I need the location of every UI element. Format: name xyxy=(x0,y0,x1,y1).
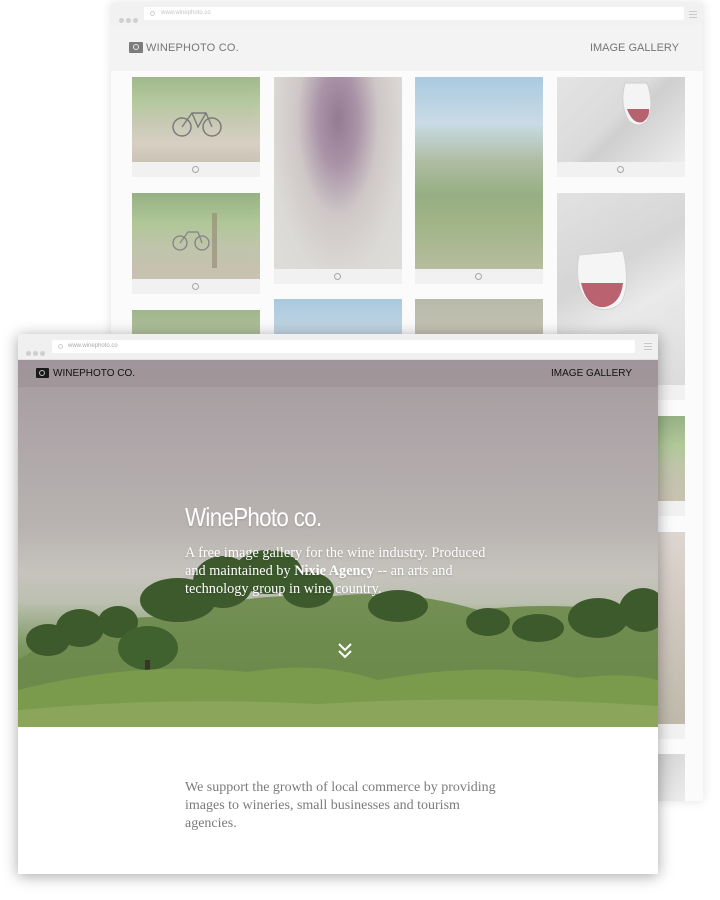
lock-icon xyxy=(58,343,63,349)
nav-image-gallery[interactable]: IMAGE GALLERY xyxy=(590,42,679,54)
download-icon[interactable] xyxy=(192,282,199,290)
site-brand[interactable]: WINEPHOTO CO. xyxy=(53,368,135,379)
image-caption-bar xyxy=(274,269,402,284)
hero-description: A free image gallery for the wine indust… xyxy=(185,544,495,598)
gallery-image-vineyard-row[interactable] xyxy=(132,193,260,279)
address-bar-url: www.winephoto.co xyxy=(68,343,118,349)
agency-link[interactable]: Nixie Agency xyxy=(294,563,374,579)
lock-icon xyxy=(150,10,155,16)
browser-toolbar: www.winephoto.co xyxy=(111,3,703,25)
image-caption-bar xyxy=(557,162,685,177)
gallery-image-rocks[interactable] xyxy=(415,299,543,339)
download-icon[interactable] xyxy=(192,165,199,173)
chevron-down-double-icon[interactable] xyxy=(337,642,353,660)
hero-title: WinePhoto co. xyxy=(185,502,322,532)
gallery-image-grapes[interactable] xyxy=(274,77,402,269)
image-caption-bar xyxy=(415,269,543,284)
window-controls[interactable] xyxy=(26,343,47,361)
address-bar-url: www.winephoto.co xyxy=(161,10,211,16)
address-bar[interactable]: www.winephoto.co xyxy=(144,7,684,20)
download-icon[interactable] xyxy=(334,272,341,280)
site-header: WINEPHOTO CO. IMAGE GALLERY xyxy=(18,360,658,387)
camera-logo-icon[interactable] xyxy=(36,368,49,378)
image-caption-bar xyxy=(132,279,260,294)
camera-logo-icon[interactable] xyxy=(129,42,143,53)
hamburger-menu-icon[interactable] xyxy=(644,343,652,352)
nav-image-gallery[interactable]: IMAGE GALLERY xyxy=(551,368,632,379)
front-browser-window: www.winephoto.co WINEPHOTO CO. IMAGE GAL… xyxy=(18,334,658,874)
gallery-image-vineyard-bicycle[interactable] xyxy=(132,77,260,162)
browser-toolbar: www.winephoto.co xyxy=(18,334,658,360)
site-brand[interactable]: WINEPHOTO CO. xyxy=(146,42,239,54)
hamburger-menu-icon[interactable] xyxy=(689,11,697,20)
download-icon[interactable] xyxy=(475,272,482,280)
download-icon[interactable] xyxy=(617,165,624,173)
image-caption-bar xyxy=(132,162,260,177)
wine-glass-icon xyxy=(622,82,652,126)
gallery-image-wine-glass[interactable] xyxy=(557,77,685,162)
address-bar[interactable]: www.winephoto.co xyxy=(52,340,635,353)
bicycle-icon xyxy=(172,213,217,268)
intro-text: We support the growth of local commerce … xyxy=(185,780,496,831)
site-header: WINEPHOTO CO. IMAGE GALLERY xyxy=(111,25,703,71)
gallery-image-sky[interactable] xyxy=(274,299,402,339)
gallery-image-hills-vineyard[interactable] xyxy=(415,77,543,269)
bicycle-icon xyxy=(172,112,222,137)
